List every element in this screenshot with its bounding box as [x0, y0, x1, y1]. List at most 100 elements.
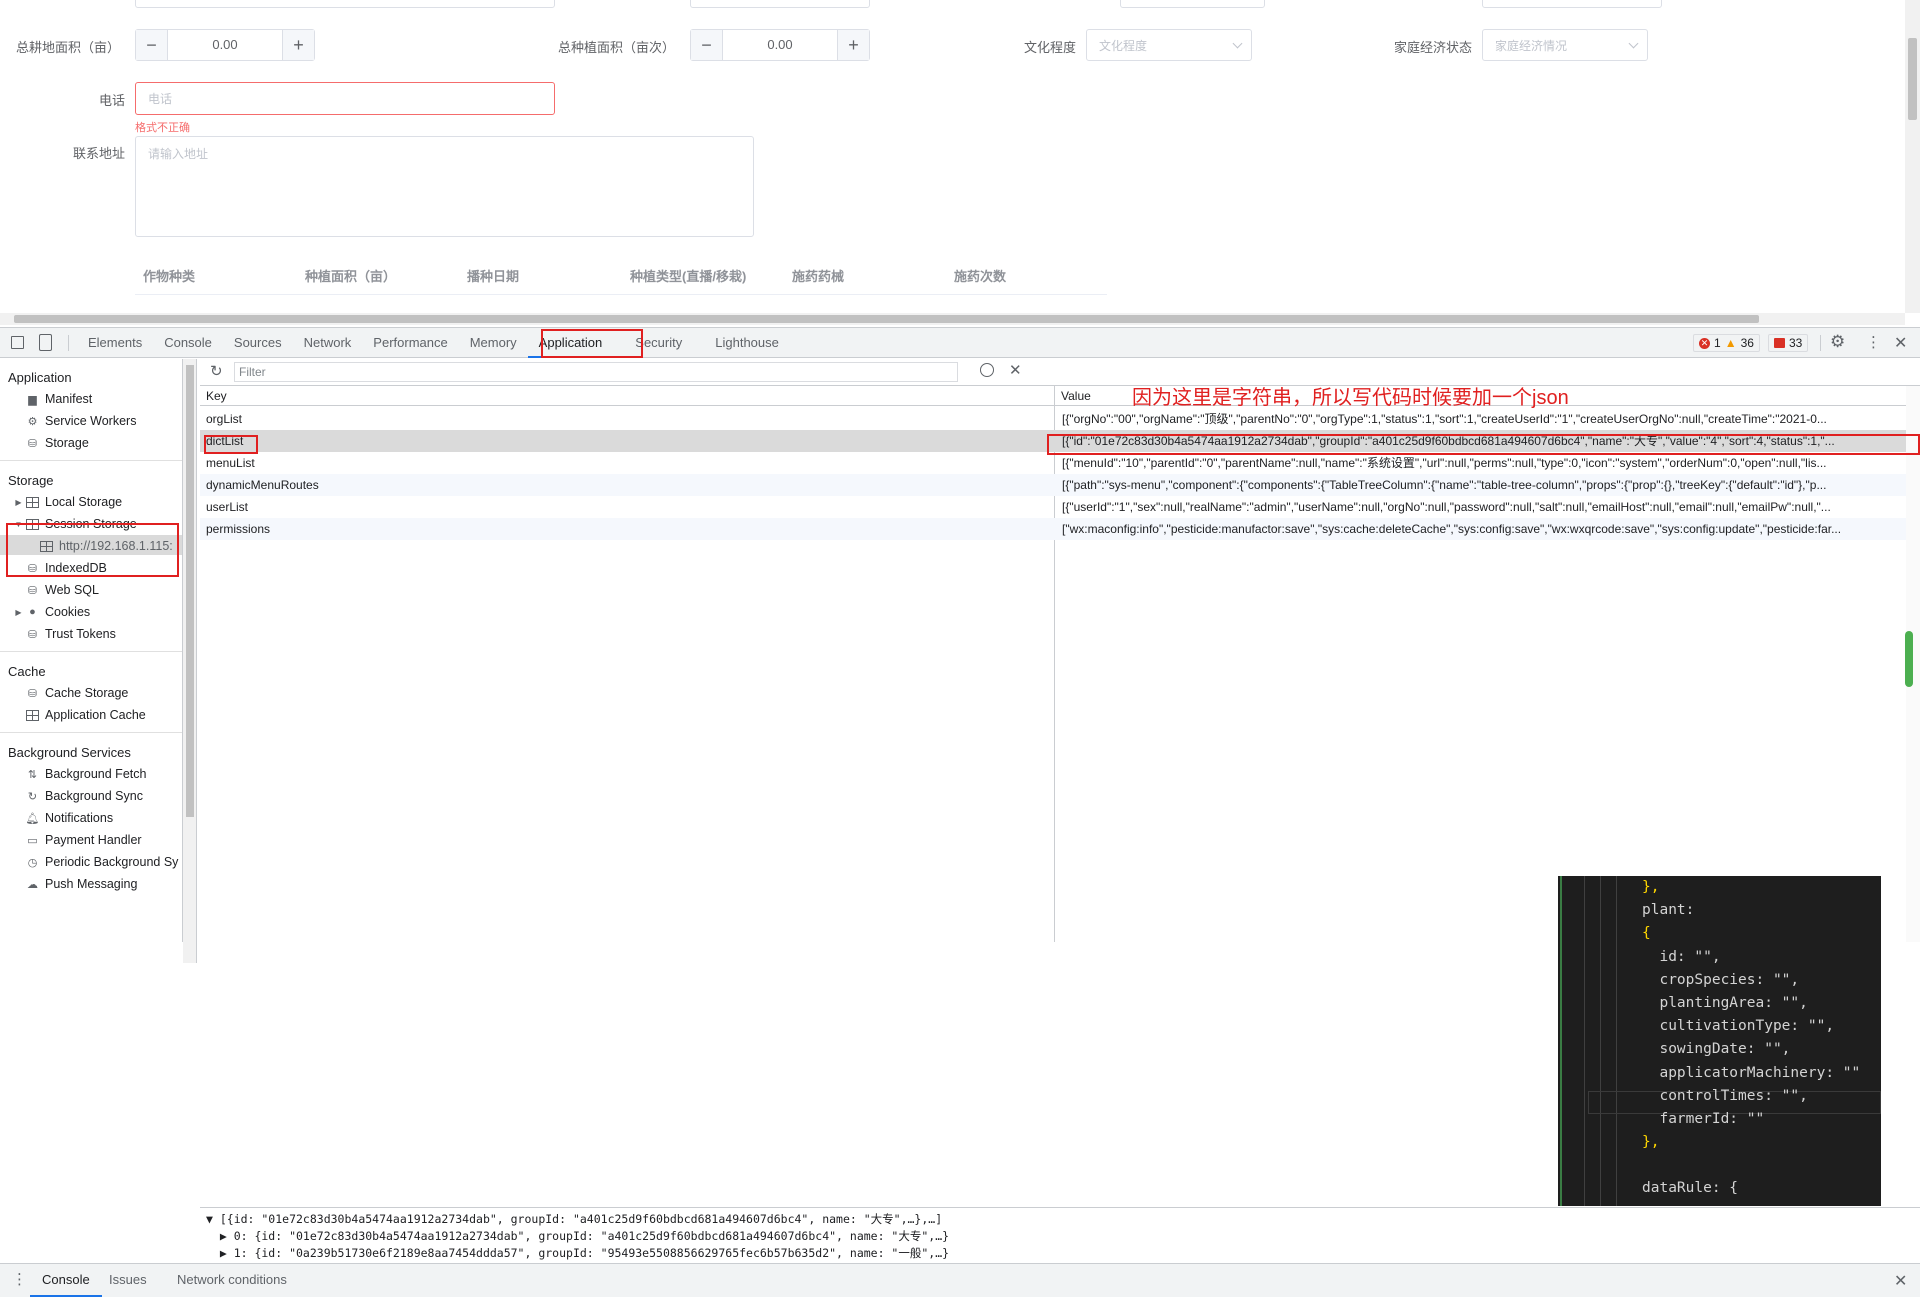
object-preview-line[interactable]: ▶ 1: {id: "0a239b51730e6f2189e8aa7454ddd…: [206, 1245, 949, 1261]
close-drawer-icon[interactable]: ✕: [1894, 1271, 1907, 1291]
row-key[interactable]: menuList: [206, 452, 255, 474]
row-value[interactable]: [{"userId":"1","sex":null,"realName":"ad…: [1062, 496, 1898, 518]
sidebar-item-local-storage[interactable]: ▶ Local Storage: [14, 495, 122, 509]
annotation-text: 因为这里是字符串，所以写代码时候要加一个json: [1132, 387, 1569, 409]
code-line: },: [1642, 879, 1660, 895]
total-land-value[interactable]: 0.00: [168, 30, 282, 60]
address-textarea[interactable]: 请输入地址: [135, 136, 754, 237]
close-devtools-icon[interactable]: ✕: [1894, 333, 1907, 353]
partial-stepper-top-3[interactable]: [1482, 0, 1662, 8]
total-plant-plus-button[interactable]: +: [837, 30, 869, 60]
sidebar-scroll-thumb[interactable]: [186, 365, 194, 817]
devtools-tabbar: Elements Console Sources Network Perform…: [0, 328, 1920, 358]
total-land-plus-button[interactable]: +: [282, 30, 314, 60]
sidebar-item-web-sql[interactable]: ⛁ Web SQL: [26, 583, 99, 597]
right-edge-scroll-thumb[interactable]: [1905, 631, 1913, 687]
education-placeholder: 文化程度: [1099, 38, 1148, 53]
sidebar-item-cache-storage[interactable]: ⛁ Cache Storage: [26, 686, 129, 700]
sidebar-item-service-workers[interactable]: ⚙ Service Workers: [26, 414, 137, 428]
row-value[interactable]: [{"orgNo":"00","orgName":"顶级","parentNo"…: [1062, 408, 1898, 430]
tabbar-divider-2: [1820, 335, 1821, 351]
table-header-machinery: 施药药械: [792, 269, 845, 284]
object-preview-line[interactable]: ▶ 0: {id: "01e72c83d30b4a5474aa1912a2734…: [206, 1228, 949, 1244]
tab-network[interactable]: Network: [293, 328, 363, 358]
delete-selected-icon[interactable]: ✕: [1009, 361, 1022, 379]
sidebar-item-label: Background Sync: [45, 789, 143, 803]
gear-icon[interactable]: ⚙: [1830, 332, 1845, 352]
sidebar-item-label: Service Workers: [45, 414, 137, 428]
code-line: cropSpecies: "",: [1642, 971, 1800, 988]
row-key[interactable]: permissions: [206, 518, 270, 540]
code-gutter-guide: [1560, 876, 1562, 1206]
tab-elements[interactable]: Elements: [77, 328, 153, 358]
device-toolbar-icon[interactable]: [39, 334, 52, 351]
tab-lighthouse[interactable]: Lighthouse: [693, 328, 790, 358]
drawer-tab-console[interactable]: Console: [30, 1265, 102, 1297]
fetch-arrows-icon: ⇅: [27, 768, 38, 781]
tab-memory[interactable]: Memory: [459, 328, 528, 358]
sidebar-item-notifications[interactable]: 🔔︎ Notifications: [26, 811, 114, 825]
table-row[interactable]: orgList [{"orgNo":"00","orgName":"顶级","pa…: [200, 408, 1920, 430]
code-line: },: [1642, 1134, 1660, 1151]
key-column-header[interactable]: Key: [200, 386, 1054, 406]
issues-counter[interactable]: 33: [1768, 334, 1809, 352]
sidebar-item-storage[interactable]: ⛁ Storage: [26, 436, 89, 450]
code-line: sowingDate: "",: [1642, 1041, 1791, 1058]
refresh-icon[interactable]: ↻: [210, 362, 223, 380]
partial-stepper-top[interactable]: [690, 0, 870, 8]
sidebar-item-manifest[interactable]: ▆ Manifest: [26, 392, 92, 406]
vertical-scroll-thumb[interactable]: [1908, 38, 1917, 120]
total-land-minus-button[interactable]: −: [136, 30, 168, 60]
total-land-stepper[interactable]: − 0.00 +: [135, 29, 315, 61]
table-row[interactable]: permissions ["wx:maconfig:info","pesticid…: [200, 518, 1920, 540]
row-key[interactable]: orgList: [206, 408, 242, 430]
warning-count: 36: [1740, 336, 1754, 350]
console-counters[interactable]: ✕ 1 ▲ 36: [1693, 334, 1760, 352]
sidebar-item-periodic-sync[interactable]: ◷ Periodic Background Sy: [26, 855, 179, 869]
inspect-element-icon[interactable]: [11, 336, 24, 349]
sidebar-item-application-cache[interactable]: Application Cache: [26, 708, 146, 722]
sidebar-item-push-messaging[interactable]: ☁ Push Messaging: [26, 877, 137, 891]
table-row[interactable]: dynamicMenuRoutes [{"path":"sys-menu","co…: [200, 474, 1920, 496]
more-options-icon[interactable]: ⋮: [1866, 333, 1881, 351]
sidebar-item-cookies[interactable]: ▶ ● Cookies: [14, 605, 90, 619]
tab-sources[interactable]: Sources: [223, 328, 293, 358]
drawer-menu-icon[interactable]: ⋮: [12, 1270, 27, 1288]
row-key[interactable]: dynamicMenuRoutes: [206, 474, 319, 496]
economy-select[interactable]: 家庭经济情况: [1482, 29, 1648, 61]
tab-performance[interactable]: Performance: [362, 328, 458, 358]
total-plant-value[interactable]: 0.00: [723, 30, 837, 60]
database-icon: ⛁: [27, 687, 38, 700]
total-plant-minus-button[interactable]: −: [691, 30, 723, 60]
filter-input[interactable]: Filter: [234, 362, 958, 382]
sidebar-scroll-track[interactable]: [183, 359, 197, 963]
phone-input[interactable]: 电话: [135, 82, 555, 115]
drawer-tab-issues[interactable]: Issues: [98, 1265, 158, 1297]
sidebar-item-label: Web SQL: [45, 583, 99, 597]
partial-input-top[interactable]: [135, 0, 555, 8]
sidebar-item-payment-handler[interactable]: ▭ Payment Handler: [26, 833, 141, 847]
sidebar-item-trust-tokens[interactable]: ⛁ Trust Tokens: [26, 627, 116, 641]
sidebar-item-background-fetch[interactable]: ⇅ Background Fetch: [26, 767, 147, 781]
horizontal-scroll-thumb[interactable]: [14, 315, 1759, 323]
issues-count: 33: [1789, 336, 1803, 350]
table-row[interactable]: menuList [{"menuId":"10","parentId":"0","…: [200, 452, 1920, 474]
row-key[interactable]: userList: [206, 496, 248, 518]
clear-all-icon[interactable]: [980, 363, 994, 377]
sidebar-item-background-sync[interactable]: ↻ Background Sync: [26, 789, 143, 803]
tab-console[interactable]: Console: [153, 328, 223, 358]
vertical-scrollbar[interactable]: [1905, 0, 1920, 313]
sidebar-divider: [0, 651, 182, 652]
partial-stepper-top-2[interactable]: [1120, 0, 1265, 8]
row-value[interactable]: [{"menuId":"10","parentId":"0","parentNa…: [1062, 452, 1898, 474]
drawer-tab-network-conditions[interactable]: Network conditions: [166, 1265, 298, 1297]
horizontal-scrollbar[interactable]: [0, 313, 1905, 325]
row-value[interactable]: [{"path":"sys-menu","component":{"compon…: [1062, 474, 1898, 496]
row-value[interactable]: ["wx:maconfig:info","pesticide:manufacto…: [1062, 518, 1898, 540]
object-preview-line[interactable]: ▼ [{id: "01e72c83d30b4a5474aa1912a2734da…: [206, 1211, 942, 1227]
table-row[interactable]: userList [{"userId":"1","sex":null,"realN…: [200, 496, 1920, 518]
total-plant-stepper[interactable]: − 0.00 +: [690, 29, 870, 61]
warning-icon: ▲: [1724, 336, 1737, 350]
education-select[interactable]: 文化程度: [1086, 29, 1252, 61]
sidebar-item-label: Background Fetch: [45, 767, 147, 781]
